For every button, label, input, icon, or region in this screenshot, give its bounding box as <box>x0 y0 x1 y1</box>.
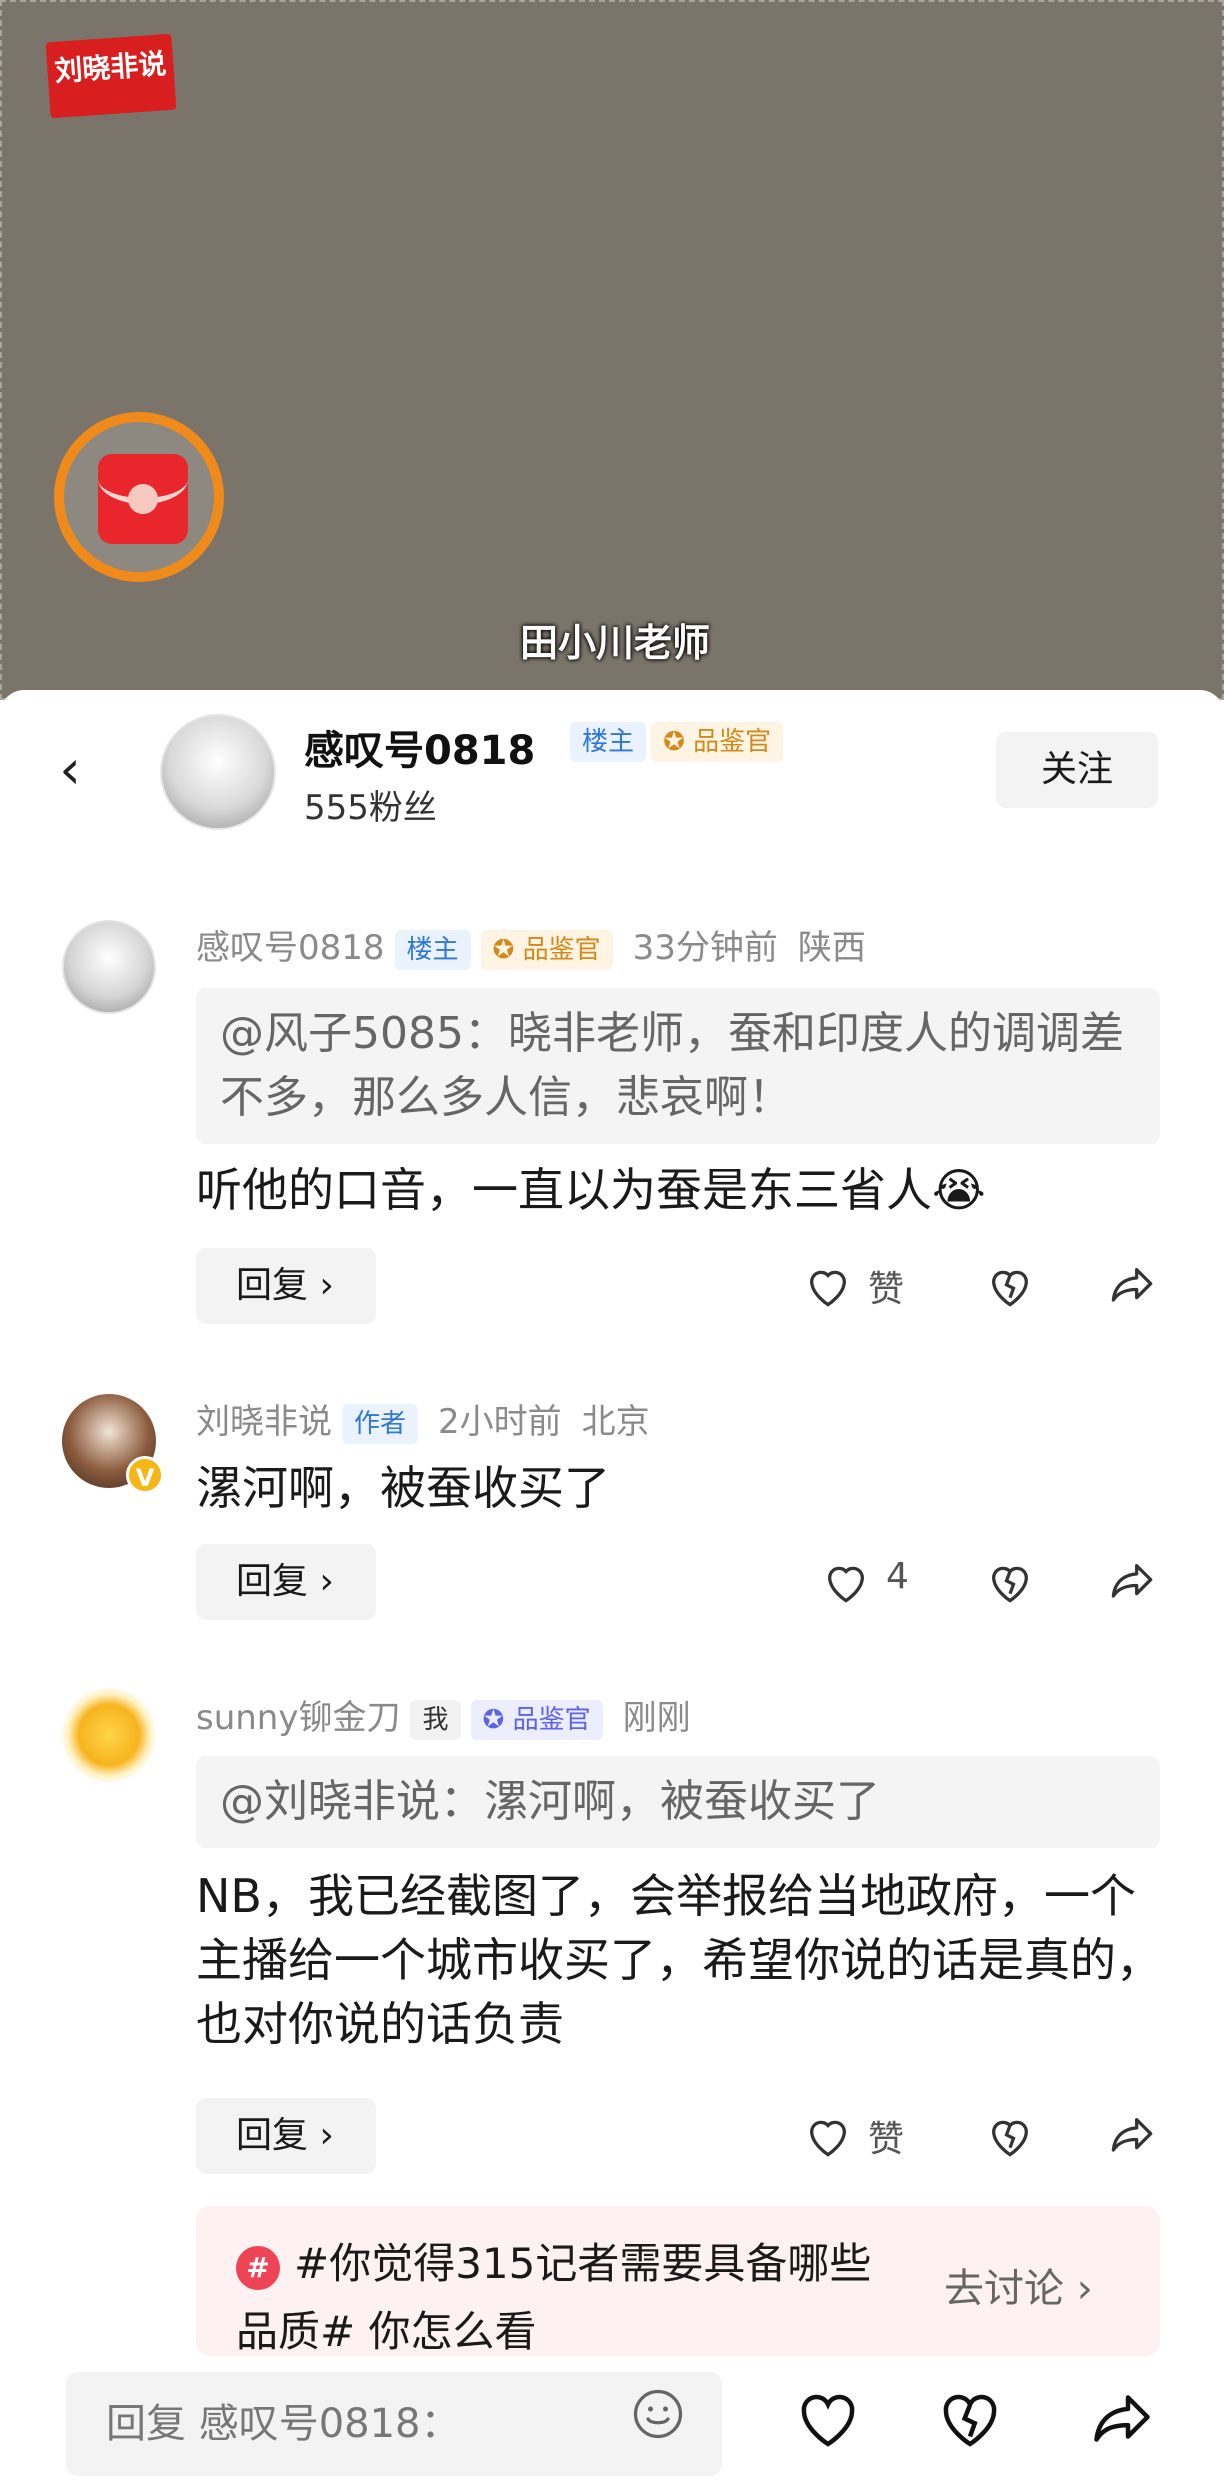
reply-input[interactable]: 回复 感叹号0818： <box>66 2372 722 2476</box>
like-icon[interactable] <box>790 2384 866 2456</box>
comment-meta: 刘晓非说 作者 2小时前 北京 <box>196 1394 650 1444</box>
quoted-comment[interactable]: @风子5085：晓非老师，蚕和印度人的调调差不多，那么多人信，悲哀啊！ <box>196 988 1160 1144</box>
user-name[interactable]: 感叹号0818 <box>304 718 535 776</box>
reply-button[interactable]: 回复 › <box>196 2098 376 2174</box>
comment-user[interactable]: 刘晓非说 <box>196 1402 332 1442</box>
avatar[interactable] <box>160 714 276 830</box>
verified-icon: V <box>126 1456 164 1494</box>
comment-meta: sunny铆金刀我 ✪ 品鉴官 刚刚 <box>196 1690 691 1740</box>
like-icon[interactable] <box>818 1554 874 1610</box>
like-label: 赞 <box>868 1269 905 1310</box>
avatar[interactable] <box>62 920 156 1014</box>
comment-location: 北京 <box>581 1402 650 1442</box>
red-packet-button[interactable] <box>54 412 224 582</box>
avatar[interactable] <box>62 1688 156 1782</box>
comment-time: 2小时前 <box>438 1402 562 1442</box>
comment-meta: 感叹号0818 楼主 ✪ 品鉴官 33分钟前 陕西 <box>196 920 866 970</box>
share-icon[interactable] <box>1104 1258 1160 1314</box>
go-discuss-link[interactable]: 去讨论 › <box>944 2256 1093 2314</box>
owner-badge: 楼主 <box>570 722 647 762</box>
me-badge: 我 <box>410 1699 461 1740</box>
back-arrow-icon: ‹ <box>59 738 81 801</box>
topic-text: #你觉得315记者需要具备哪些品质# 你怎么看 <box>236 2239 872 2356</box>
back-button[interactable]: ‹ <box>40 740 100 800</box>
like-icon[interactable] <box>800 2108 856 2164</box>
comment-actions: 4 <box>800 1544 1180 1620</box>
comment-location: 陕西 <box>797 928 866 968</box>
bottom-bar: 回复 感叹号0818： <box>0 2360 1224 2480</box>
share-icon[interactable] <box>1104 2108 1160 2164</box>
dislike-icon[interactable] <box>982 1554 1038 1610</box>
comment-text: 漯河啊，被蚕收买了 <box>196 1461 610 1515</box>
avatar[interactable]: V <box>62 1394 164 1494</box>
red-packet-icon <box>98 454 188 544</box>
topic-card[interactable]: # #你觉得315记者需要具备哪些品质# 你怎么看 去讨论 › <box>196 2206 1160 2356</box>
author-badge: 作者 <box>342 1403 419 1444</box>
comment-user[interactable]: 感叹号0818 <box>196 928 385 968</box>
video-player[interactable]: 刘晓非说 田小川老师 <box>0 0 1224 700</box>
critic-icon: ✪ <box>492 934 515 965</box>
critic-icon: ✪ <box>663 727 685 757</box>
header-badges: 楼主 ✪ 品鉴官 <box>570 722 784 762</box>
follow-button[interactable]: 关注 <box>996 732 1158 808</box>
share-icon[interactable] <box>1084 2384 1160 2456</box>
dislike-icon[interactable] <box>932 2384 1008 2456</box>
dislike-icon[interactable] <box>982 1258 1038 1314</box>
comment-user[interactable]: sunny铆金刀 <box>196 1698 400 1738</box>
comment-text: 听他的口音，一直以为蚕是东三省人😭 <box>196 1163 986 1217</box>
like-count: 4 <box>886 1556 909 1597</box>
share-icon[interactable] <box>1104 1554 1160 1610</box>
comment-actions: 赞 <box>800 1248 1180 1324</box>
comment-time: 刚刚 <box>622 1698 691 1738</box>
reply-button[interactable]: 回复 › <box>196 1248 376 1324</box>
sheet-header: ‹ 感叹号0818 楼主 ✪ 品鉴官 555粉丝 关注 <box>0 690 1224 850</box>
video-caption: 田小川老师 <box>519 621 710 665</box>
reply-button[interactable]: 回复 › <box>196 1544 376 1620</box>
quoted-comment[interactable]: @刘晓非说：漯河啊，被蚕收买了 <box>196 1756 1160 1848</box>
critic-icon: ✪ <box>482 1704 505 1735</box>
fans-count: 555粉丝 <box>304 788 437 828</box>
comment-actions: 赞 <box>800 2098 1180 2174</box>
comment-text: NB，我已经截图了，会举报给当地政府，一个主播给一个城市收买了，希望你说的话是真… <box>196 1869 1162 2051</box>
channel-logo: 刘晓非说 <box>45 33 177 119</box>
dislike-icon[interactable] <box>982 2108 1038 2164</box>
comment-time: 33分钟前 <box>632 928 778 968</box>
critic-badge: ✪ 品鉴官 <box>480 929 613 970</box>
critic-badge: ✪ 品鉴官 <box>470 1699 603 1740</box>
owner-badge: 楼主 <box>394 929 471 970</box>
like-label: 赞 <box>868 2119 905 2160</box>
like-icon[interactable] <box>800 1258 856 1314</box>
critic-badge: ✪ 品鉴官 <box>651 722 784 762</box>
emoji-icon[interactable] <box>628 2384 688 2444</box>
video-frame <box>0 0 1224 700</box>
